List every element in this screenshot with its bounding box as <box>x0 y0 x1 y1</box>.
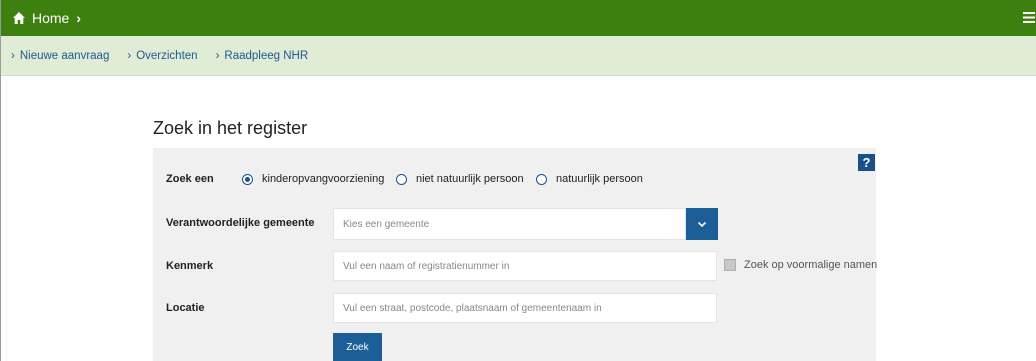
home-link[interactable]: Home › <box>12 10 81 26</box>
locatie-label: Locatie <box>166 302 205 314</box>
chevron-right-icon: › <box>215 49 220 62</box>
page-frame: Home › › Nieuwe aanvraag › Overzichten ›… <box>0 0 1036 361</box>
gemeente-placeholder: Kies een gemeente <box>343 218 430 230</box>
page-title: Zoek in het register <box>153 118 308 138</box>
gemeente-label: Verantwoordelijke gemeente <box>166 217 315 229</box>
kenmerk-placeholder: Vul een naam of registratienummer in <box>343 260 510 272</box>
locatie-placeholder: Vul een straat, postcode, plaatsnaam of … <box>343 302 602 314</box>
radio-kinderopvangvoorziening[interactable]: kinderopvangvoorziening <box>242 173 384 185</box>
subnav-item-label: Nieuwe aanvraag <box>19 49 110 62</box>
subnav-item-overzichten[interactable]: › Overzichten <box>127 50 197 62</box>
locatie-input[interactable]: Vul een straat, postcode, plaatsnaam of … <box>333 293 717 323</box>
checkbox-icon <box>724 259 736 271</box>
radio-unselected-icon <box>396 173 407 185</box>
top-bar: Home › <box>1 0 1036 36</box>
radio-selected-icon <box>242 173 253 185</box>
kenmerk-input[interactable]: Vul een naam of registratienummer in <box>333 251 717 281</box>
zoek-voormalige-namen-checkbox[interactable]: Zoek op voormalige namen <box>724 259 877 271</box>
subnav-item-raadpleeg-nhr[interactable]: › Raadpleeg NHR <box>216 50 309 62</box>
chevron-down-icon <box>697 221 707 227</box>
search-form-panel: ? Zoek een kinderopvangvoorziening niet … <box>153 148 877 361</box>
checkbox-label: Zoek op voormalige namen <box>744 259 878 271</box>
subnav-item-label: Raadpleeg NHR <box>224 49 309 62</box>
subnav-item-label: Overzichten <box>136 49 198 62</box>
subnav-item-nieuwe-aanvraag[interactable]: › Nieuwe aanvraag <box>11 50 109 62</box>
zoek-button[interactable]: Zoek <box>333 333 382 361</box>
radio-niet-natuurlijk-persoon[interactable]: niet natuurlijk persoon <box>396 173 524 185</box>
radio-label: natuurlijk persoon <box>556 173 643 185</box>
zoek-een-label: Zoek een <box>166 173 214 185</box>
home-label: Home <box>32 10 70 26</box>
home-icon <box>13 12 25 24</box>
help-icon[interactable]: ? <box>858 154 875 171</box>
kenmerk-label: Kenmerk <box>166 260 214 272</box>
hamburger-menu-icon[interactable] <box>1023 11 1035 24</box>
radio-unselected-icon <box>536 173 547 185</box>
radio-label: kinderopvangvoorziening <box>262 173 385 185</box>
gemeente-select[interactable]: Kies een gemeente <box>333 208 686 240</box>
chevron-right-icon: › <box>127 49 132 62</box>
radio-label: niet natuurlijk persoon <box>416 173 524 185</box>
gemeente-dropdown-button[interactable] <box>686 208 718 240</box>
chevron-right-icon: › <box>76 10 82 26</box>
radio-natuurlijk-persoon[interactable]: natuurlijk persoon <box>536 173 643 185</box>
sub-navigation: › Nieuwe aanvraag › Overzichten › Raadpl… <box>1 36 1036 76</box>
chevron-right-icon: › <box>11 49 15 62</box>
